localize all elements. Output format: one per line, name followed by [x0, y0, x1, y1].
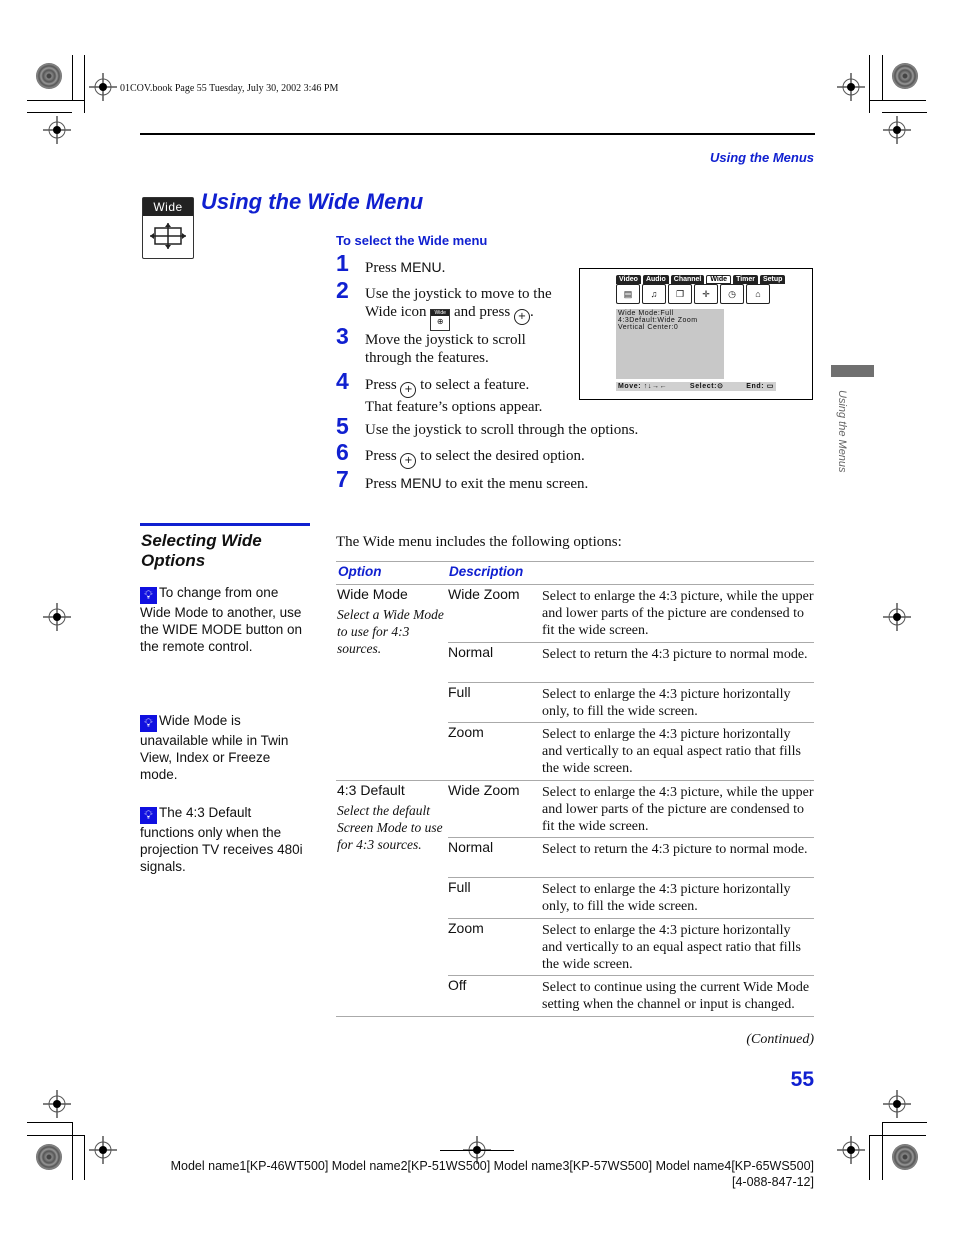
wide-menu-badge: Wide: [142, 197, 194, 259]
step-number: 6: [336, 439, 349, 465]
tv-tab-audio: Audio: [642, 275, 669, 284]
side-tab-label: Using the Menus: [836, 390, 848, 473]
step-number: 2: [336, 277, 349, 303]
lightbulb-tip-icon: 💡︎: [140, 715, 157, 732]
registration-mark-icon: [89, 1136, 117, 1164]
wide-icon: ✛: [694, 284, 718, 304]
tip-3: 💡︎ The 4:3 Default functions only when th…: [140, 805, 303, 875]
registration-mark-icon: [883, 603, 911, 631]
registration-mark-icon: [883, 1090, 911, 1118]
option-group-wide-mode: Wide Mode Select a Wide Mode to use for …: [336, 585, 814, 781]
registration-mark-icon: [883, 116, 911, 144]
table-row: Wide Zoom Select to enlarge the 4:3 pictu…: [448, 585, 814, 643]
table-row: Zoom Select to enlarge the 4:3 picture ho…: [448, 919, 814, 977]
joystick-button-icon: +: [400, 453, 417, 469]
table-row: Normal Select to return the 4:3 picture t…: [448, 838, 814, 879]
menu-button-name: MENU: [400, 259, 442, 275]
menu-button-name: MENU: [400, 475, 442, 491]
continued-note: (Continued): [746, 1032, 814, 1047]
registration-mark-icon: [89, 73, 117, 101]
tip-1: 💡︎ To change from one Wide Mode to anothe…: [140, 585, 303, 655]
side-tab-marker: [831, 365, 874, 377]
wide-arrows-icon: [143, 216, 193, 256]
page-title: Using the Wide Menu: [201, 189, 424, 214]
lightbulb-tip-icon: 💡︎: [140, 807, 157, 824]
registration-disc-icon: [36, 63, 62, 89]
registration-disc-icon: [892, 1144, 918, 1170]
registration-disc-icon: [892, 63, 918, 89]
step-number: 1: [336, 250, 349, 276]
lightbulb-tip-icon: 💡︎: [140, 587, 157, 604]
print-info: 01COV.book Page 55 Tuesday, July 30, 200…: [120, 83, 339, 94]
registration-disc-icon: [36, 1144, 62, 1170]
video-icon: ▤: [616, 284, 640, 304]
registration-mark-icon: [43, 603, 71, 631]
tv-menu-tabs: Video Audio Channel Wide Timer Setup: [616, 275, 786, 284]
arrows-icon: ↑↓→←: [643, 383, 668, 390]
table-row: Zoom Select to enlarge the 4:3 picture ho…: [448, 724, 801, 777]
table-row: Full Select to enlarge the 4:3 picture ho…: [448, 683, 814, 724]
tv-tab-channel: Channel: [670, 275, 705, 284]
header-option: Option: [338, 564, 382, 579]
tv-settings-panel: Wide Mode:Full 4:3Default:Wide Zoom Vert…: [616, 309, 724, 379]
registration-mark-icon: [43, 1090, 71, 1118]
option-name: Wide Mode: [337, 586, 408, 602]
options-table: Option Description Wide Mode Select a Wi…: [336, 561, 814, 1017]
select-menu-heading: To select the Wide menu: [336, 233, 488, 248]
model-names: Model name1[KP-46WT500] Model name2[KP-5…: [170, 1159, 814, 1173]
section-heading: Selecting Wide Options: [141, 531, 262, 570]
table-intro: The Wide menu includes the following opt…: [336, 534, 622, 550]
tv-tab-wide: Wide: [706, 275, 732, 284]
page-footer: Model name1[KP-46WT500] Model name2[KP-5…: [171, 1158, 814, 1190]
header-description: Description: [449, 564, 524, 579]
tv-menu-icons: ▤ ♫ ❐ ✛ ◷ ⌂: [616, 284, 770, 304]
option-group-43-default: 4:3 Default Select the default Screen Mo…: [336, 781, 814, 1017]
option-name: 4:3 Default: [337, 781, 405, 798]
tv-tab-timer: Timer: [733, 275, 758, 284]
channel-icon: ❐: [668, 284, 692, 304]
section-rule: [140, 523, 310, 526]
table-header: Option Description: [336, 561, 814, 585]
step-number: 4: [336, 368, 349, 394]
wide-icon: Wide ⊕: [430, 309, 451, 331]
joystick-button-icon: +: [513, 309, 530, 325]
tv-tab-setup: Setup: [760, 275, 786, 284]
tv-menu-screenshot: Video Audio Channel Wide Timer Setup ▤ ♫…: [579, 268, 813, 400]
registration-mark-icon: [43, 116, 71, 144]
option-description: Select the default Screen Mode to use fo…: [337, 802, 443, 853]
joystick-icon: ⊙: [717, 383, 724, 390]
step-number: 7: [336, 466, 349, 492]
tip-2: 💡︎ Wide Mode is unavailable while in Twin…: [140, 713, 289, 783]
step-number: 5: [336, 413, 349, 439]
table-row: Wide Zoom Select to enlarge the 4:3 pictu…: [448, 781, 814, 839]
setup-icon: ⌂: [746, 284, 770, 304]
timer-icon: ◷: [720, 284, 744, 304]
table-row: Off Select to continue using the current …: [448, 977, 810, 1013]
registration-mark-icon: [837, 1136, 865, 1164]
tv-menu-footer: Move: ↑↓→← Select:⊙ End: ▭: [616, 382, 776, 391]
table-row: Full Select to enlarge the 4:3 picture ho…: [448, 878, 814, 919]
step-number: 3: [336, 323, 349, 349]
header-rule: [140, 133, 815, 135]
page-number: 55: [790, 1068, 814, 1091]
joystick-button-icon: +: [400, 382, 417, 398]
registration-mark-icon: [837, 73, 865, 101]
option-description: Select a Wide Mode to use for 4:3 source…: [337, 607, 444, 657]
audio-icon: ♫: [642, 284, 666, 304]
menu-key-icon: ▭: [766, 383, 774, 390]
wide-badge-label: Wide: [143, 198, 193, 216]
table-row: Normal Select to return the 4:3 picture t…: [448, 643, 814, 683]
running-header: Using the Menus: [709, 150, 814, 165]
tv-tab-video: Video: [616, 275, 641, 284]
part-number: [4-088-847-12]: [731, 1175, 814, 1189]
